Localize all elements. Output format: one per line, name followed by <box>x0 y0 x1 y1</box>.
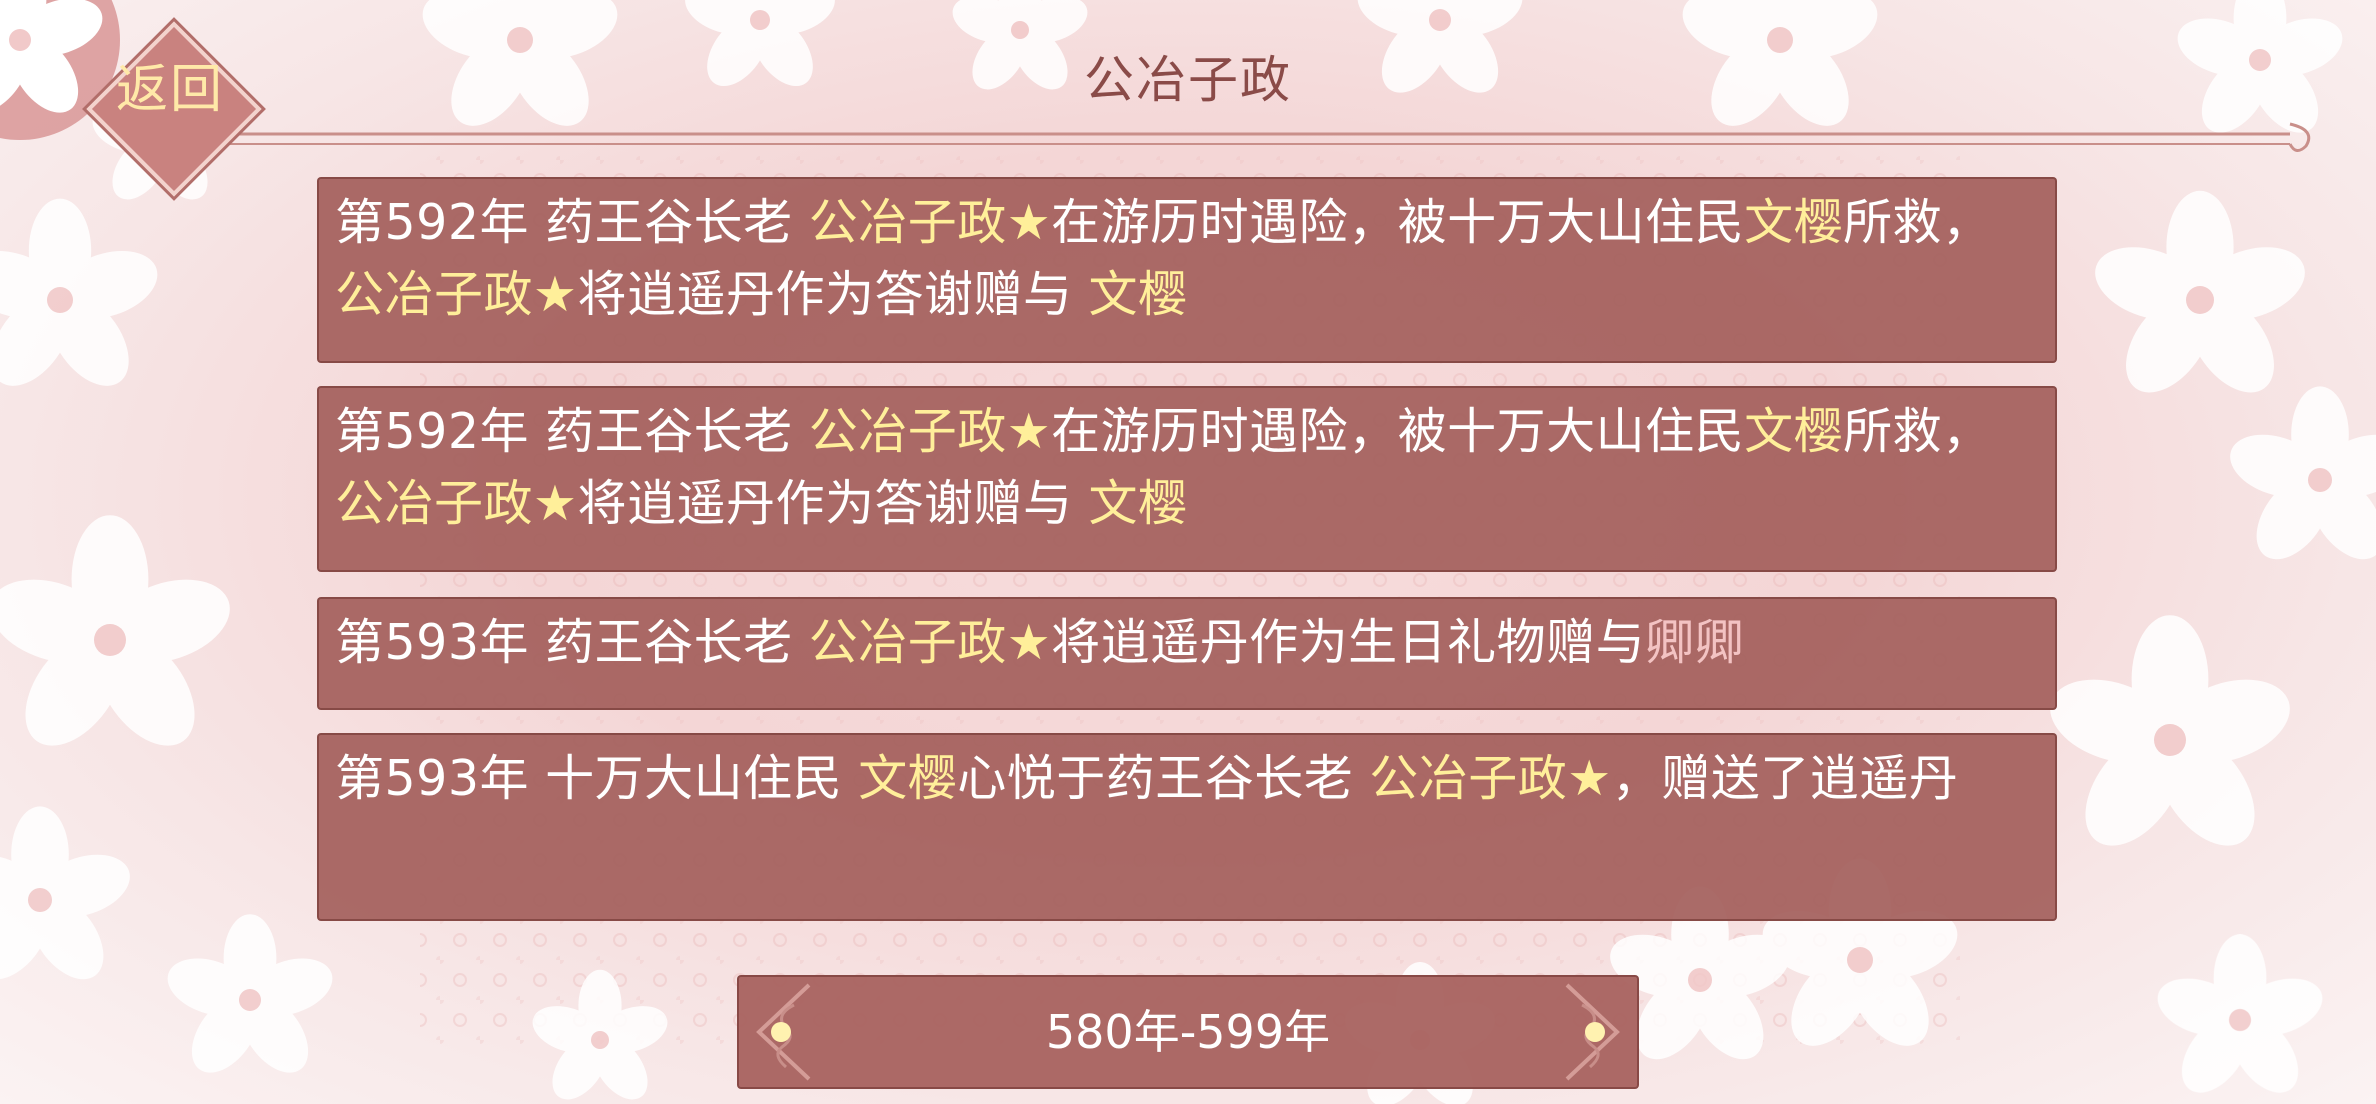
event-name-highlight: 公冶子政★ <box>1369 750 1612 807</box>
event-text: 将逍遥丹作为生日礼物赠与 <box>1051 614 1646 671</box>
event-text: 第593年 药王谷长老 <box>335 614 809 671</box>
event-name-highlight: 文樱 <box>1088 266 1188 323</box>
event-entry: 第593年 药王谷长老 公冶子政★将逍遥丹作为生日礼物赠与卿卿 <box>317 597 2057 710</box>
event-name-highlight: 公冶子政★ <box>808 403 1052 460</box>
event-text: 所救， <box>1843 403 1992 460</box>
right-arrow-icon[interactable] <box>1547 977 1637 1087</box>
event-name-highlight: 文樱 <box>858 750 958 807</box>
event-text: ，赠送了逍遥丹 <box>1611 750 1959 807</box>
event-text: 在游历时遇险，被十万大山住民 <box>1051 194 1745 251</box>
event-entry: 第593年 十万大山住民 文樱心悦于药王谷长老 公冶子政★，赠送了逍遥丹 <box>317 733 2057 921</box>
event-text: 心悦于药王谷长老 <box>957 750 1370 807</box>
back-button-label: 返回 <box>115 60 224 120</box>
event-name-highlight: 卿卿 <box>1645 614 1745 671</box>
event-text: 将逍遥丹作为答谢赠与 <box>577 266 1089 323</box>
event-name-highlight: 公冶子政★ <box>335 475 578 532</box>
period-selector[interactable]: 580年-599年 <box>737 975 1639 1089</box>
event-text: 在游历时遇险，被十万大山住民 <box>1051 403 1745 460</box>
event-entry: 第592年 药王谷长老 公冶子政★在游历时遇险，被十万大山住民文樱所救，公冶子政… <box>317 177 2057 363</box>
event-name-highlight: 文樱 <box>1744 194 1844 251</box>
event-entry: 第592年 药王谷长老 公冶子政★在游历时遇险，被十万大山住民文樱所救，公冶子政… <box>317 386 2057 572</box>
event-text: 第593年 十万大山住民 <box>335 750 859 807</box>
event-name-highlight: 公冶子政★ <box>808 614 1052 671</box>
event-name-highlight: 文樱 <box>1088 475 1188 532</box>
event-text: 第592年 药王谷长老 <box>335 194 809 251</box>
event-text: 将逍遥丹作为答谢赠与 <box>577 475 1089 532</box>
period-range-label: 580年-599年 <box>1045 1005 1331 1059</box>
event-name-highlight: 文樱 <box>1744 403 1844 460</box>
page-title: 公冶子政 <box>1084 51 1292 109</box>
event-name-highlight: 公冶子政★ <box>335 266 578 323</box>
event-name-highlight: 公冶子政★ <box>808 194 1052 251</box>
event-text: 所救， <box>1843 194 1992 251</box>
event-text: 第592年 药王谷长老 <box>335 403 809 460</box>
back-button[interactable]: 返回 <box>75 10 265 200</box>
